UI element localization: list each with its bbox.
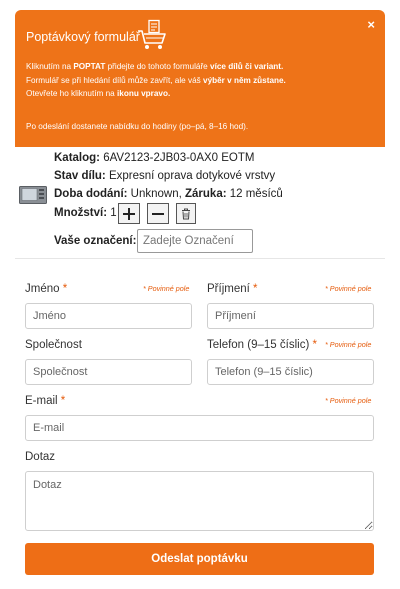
remove-item-button[interactable] bbox=[176, 203, 196, 224]
question-label: Dotaz bbox=[25, 451, 56, 463]
phone-field[interactable] bbox=[207, 359, 374, 385]
inquiry-banner: Poptávkový formulář × Kliknutím na POPTA… bbox=[15, 10, 385, 147]
last-name-field[interactable] bbox=[207, 303, 374, 329]
email-field[interactable] bbox=[25, 415, 374, 441]
mark-input[interactable] bbox=[137, 229, 253, 253]
company-label: Společnost bbox=[25, 339, 82, 351]
minus-icon bbox=[152, 212, 164, 215]
last-name-required-note: * Povinné pole bbox=[325, 284, 372, 293]
phone-required-note: * Povinné pole bbox=[325, 340, 372, 349]
question-textarea[interactable] bbox=[25, 471, 374, 531]
first-name-label: Jméno * bbox=[25, 283, 68, 295]
email-required-note: * Povinné pole bbox=[325, 396, 372, 405]
first-name-field[interactable] bbox=[25, 303, 192, 329]
banner-delivery-note: Po odeslání dostanete nabídku do hodiny … bbox=[26, 122, 249, 131]
part-state: Stav dílu: Expresní oprava dotykové vrst… bbox=[54, 170, 276, 182]
catalog-number: Katalog: 6AV2123-2JB03-0AX0 EOTM bbox=[54, 152, 255, 164]
shopping-cart-icon bbox=[138, 19, 166, 49]
delivery-warranty: Doba dodání: Unknown, Záruka: 12 měsíců bbox=[54, 188, 283, 200]
divider bbox=[15, 258, 385, 259]
quantity-increase-button[interactable] bbox=[118, 203, 140, 224]
first-name-required-note: * Povinné pole bbox=[143, 284, 190, 293]
quantity-decrease-button[interactable] bbox=[147, 203, 169, 224]
banner-title: Poptávkový formulář bbox=[26, 30, 140, 44]
plus-icon bbox=[123, 207, 135, 220]
trash-icon bbox=[182, 208, 190, 219]
product-image bbox=[19, 186, 47, 204]
mark-label: Vaše označení: bbox=[54, 235, 137, 247]
last-name-label: Příjmení * bbox=[207, 283, 258, 295]
submit-inquiry-button[interactable]: Odeslat poptávku bbox=[25, 543, 374, 575]
close-icon[interactable]: × bbox=[367, 17, 375, 32]
banner-instructions: Kliknutím na POPTAT přidejte do tohoto f… bbox=[26, 62, 286, 99]
company-field[interactable] bbox=[25, 359, 192, 385]
quantity-display: Množství: 1 bbox=[54, 207, 117, 219]
email-label: E-mail * bbox=[25, 395, 66, 407]
phone-label: Telefon (9–15 číslic) * bbox=[207, 339, 317, 351]
